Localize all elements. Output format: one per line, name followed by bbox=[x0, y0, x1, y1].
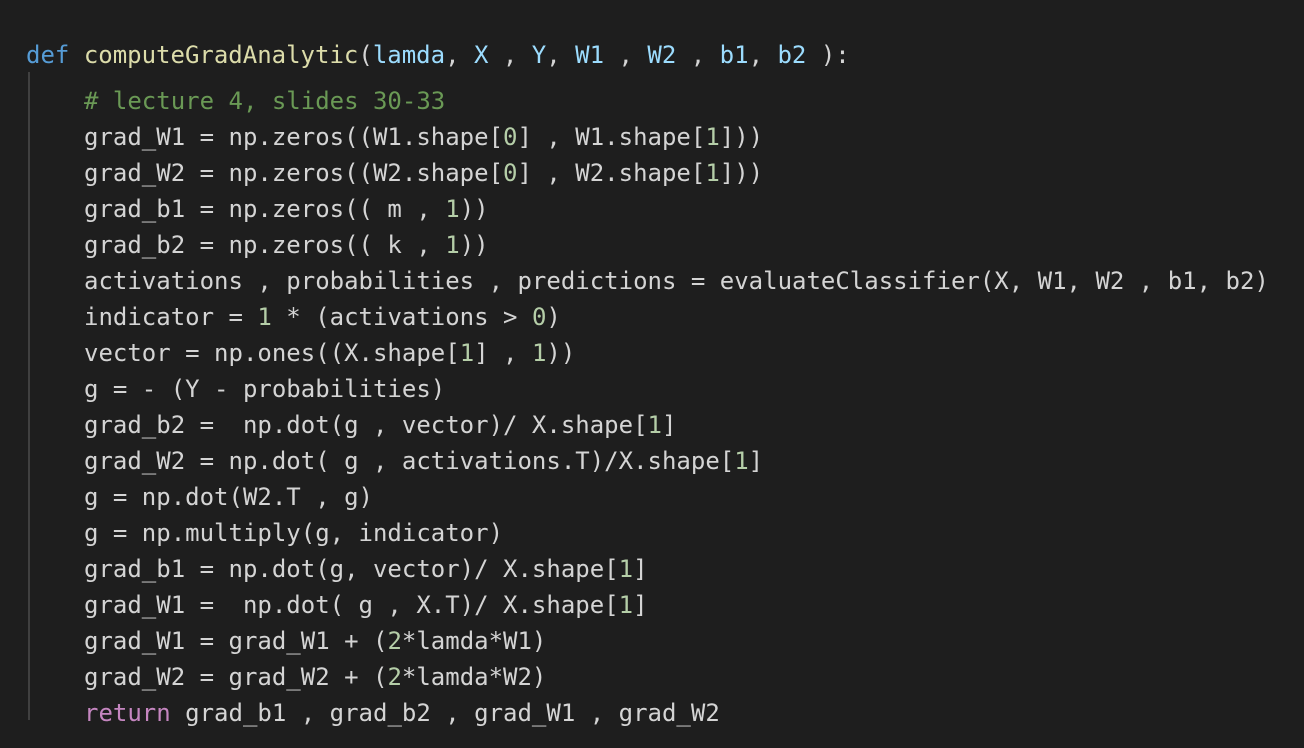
code-token: ( bbox=[358, 41, 373, 69]
code-token: W1 bbox=[575, 41, 605, 69]
code-token: , bbox=[676, 41, 720, 69]
code-token: b1 bbox=[719, 41, 749, 69]
code-line[interactable]: return grad_b1 , grad_b2 , grad_W1 , gra… bbox=[26, 685, 1269, 727]
code-line[interactable]: grad_b2 = np.dot(g , vector)/ X.shape[1] bbox=[26, 397, 1269, 439]
code-line[interactable]: grad_W2 = np.zeros((W2.shape[0] , W2.sha… bbox=[26, 145, 1269, 187]
code-token: W2 bbox=[647, 41, 677, 69]
code-block[interactable]: def computeGradAnalytic(lamda, X , Y, W1… bbox=[26, 37, 1269, 727]
code-line[interactable]: vector = np.ones((X.shape[1] , 1)) bbox=[26, 325, 1269, 367]
code-line[interactable]: grad_b1 = np.dot(g, vector)/ X.shape[1] bbox=[26, 541, 1269, 583]
code-line[interactable]: grad_b1 = np.zeros(( m , 1)) bbox=[26, 181, 1269, 223]
code-line[interactable]: g = np.multiply(g, indicator) bbox=[26, 505, 1269, 547]
code-line[interactable]: indicator = 1 * (activations > 0) bbox=[26, 289, 1269, 331]
code-line[interactable]: grad_b2 = np.zeros(( k , 1)) bbox=[26, 217, 1269, 259]
code-line[interactable]: # lecture 4, slides 30-33 bbox=[26, 73, 1269, 115]
code-line[interactable]: grad_W1 = grad_W1 + (2*lamda*W1) bbox=[26, 613, 1269, 655]
code-token: , bbox=[488, 41, 532, 69]
code-line[interactable]: grad_W1 = np.zeros((W1.shape[0] , W1.sha… bbox=[26, 109, 1269, 151]
code-editor[interactable]: def computeGradAnalytic(lamda, X , Y, W1… bbox=[0, 0, 1304, 748]
code-token: , bbox=[748, 41, 778, 69]
code-token: , bbox=[604, 41, 648, 69]
code-token: return bbox=[84, 699, 171, 727]
code-line[interactable]: grad_W2 = np.dot( g , activations.T)/X.s… bbox=[26, 433, 1269, 475]
code-token: lamda bbox=[372, 41, 446, 69]
code-line[interactable]: g = - (Y - probabilities) bbox=[26, 361, 1269, 403]
code-token: , bbox=[445, 41, 474, 69]
code-token: grad_b1 , grad_b2 , grad_W1 , grad_W2 bbox=[170, 699, 720, 727]
code-line[interactable]: g = np.dot(W2.T , g) bbox=[26, 469, 1269, 511]
code-token: def bbox=[26, 41, 70, 69]
code-token: Y bbox=[531, 41, 547, 69]
code-token: b2 bbox=[777, 41, 807, 69]
code-line[interactable]: grad_W1 = np.dot( g , X.T)/ X.shape[1] bbox=[26, 577, 1269, 619]
code-token: , bbox=[546, 41, 576, 69]
code-token: computeGradAnalytic bbox=[83, 41, 359, 69]
code-line[interactable]: def computeGradAnalytic(lamda, X , Y, W1… bbox=[26, 37, 1269, 73]
code-line[interactable]: activations , probabilities , prediction… bbox=[26, 253, 1269, 295]
code-line[interactable]: grad_W2 = grad_W2 + (2*lamda*W2) bbox=[26, 649, 1269, 691]
code-token: ): bbox=[806, 41, 850, 69]
code-token: X bbox=[473, 41, 489, 69]
